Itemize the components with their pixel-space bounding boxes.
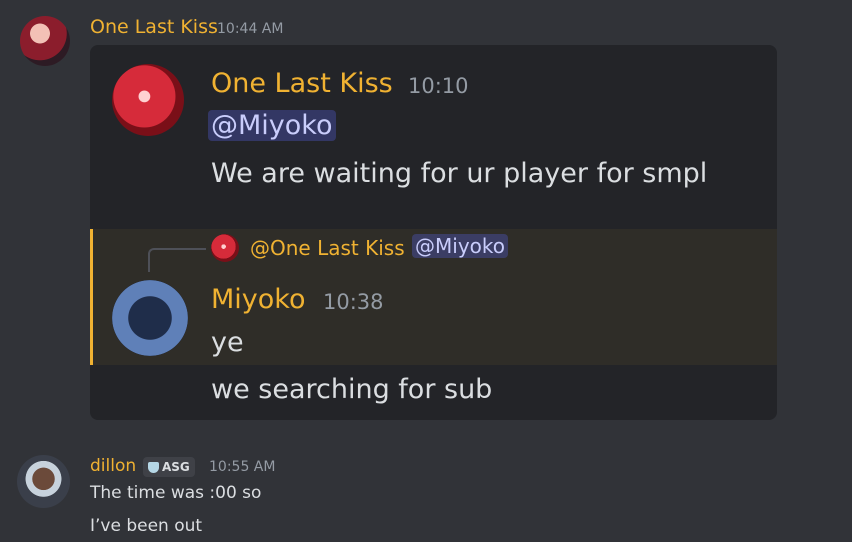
user-avatar[interactable] (17, 455, 70, 508)
reply-avatar (211, 234, 239, 262)
chat-view: One Last Kiss 10:44 AM One Last Kiss 10:… (0, 0, 852, 542)
message-timestamp: 10:55 AM (209, 459, 276, 475)
embed-message-text: We are waiting for ur player for smpl (211, 158, 708, 189)
message-line: I’ve been out (90, 516, 203, 536)
reply-connector (148, 248, 206, 272)
reply-msg-author: Miyoko (211, 284, 306, 315)
reply-msg-time: 10:38 (323, 290, 384, 314)
guild-tag-badge[interactable]: ASG (143, 457, 195, 477)
message-timestamp: 10:44 AM (217, 21, 284, 37)
reply-mention: @Miyoko (412, 234, 508, 258)
reply-msg-text-1: ye (211, 327, 244, 358)
username[interactable]: dillon (90, 456, 136, 476)
shield-icon (148, 461, 159, 473)
reply-msg-text-2: we searching for sub (211, 374, 493, 405)
embed-author-avatar (112, 64, 184, 136)
username[interactable]: One Last Kiss (90, 16, 218, 38)
badge-label: ASG (162, 460, 190, 474)
embed-timestamp: 10:10 (408, 74, 469, 98)
user-avatar[interactable] (20, 16, 70, 66)
embed-mention: @Miyoko (208, 110, 336, 141)
miyoko-avatar (112, 280, 188, 356)
reply-author: @One Last Kiss (250, 236, 405, 260)
embed-author-name: One Last Kiss (211, 68, 393, 99)
message-line: The time was :00 so (90, 483, 262, 503)
embedded-screenshot[interactable] (90, 45, 777, 420)
